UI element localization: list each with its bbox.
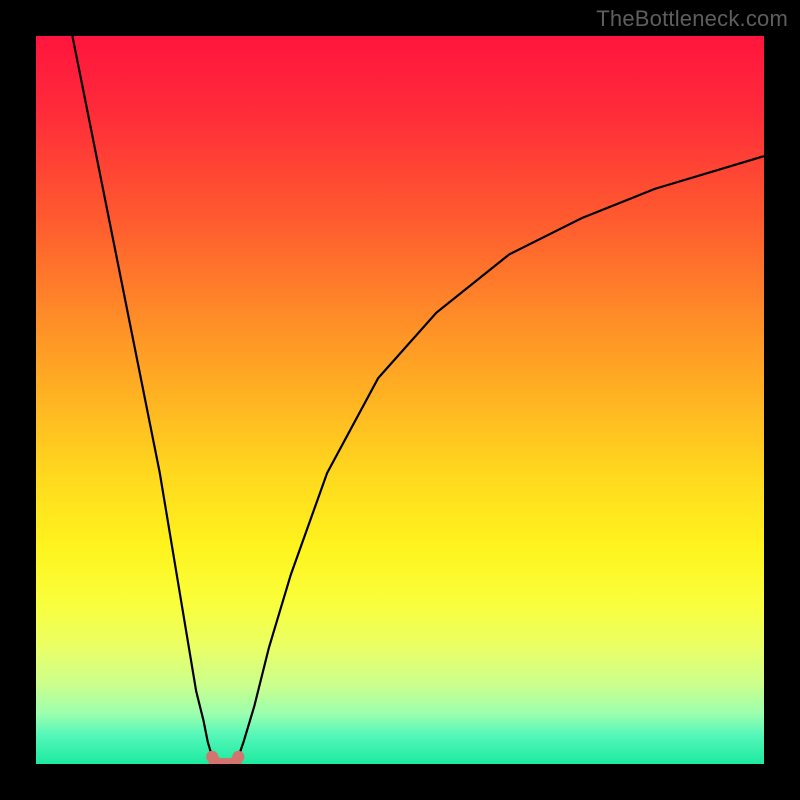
bottleneck-curve: [36, 36, 764, 764]
curve-left-branch: [72, 36, 212, 757]
floor-dot: [232, 751, 244, 763]
curve-right-branch: [238, 156, 764, 757]
chart-frame: TheBottleneck.com: [0, 0, 800, 800]
plot-area: [36, 36, 764, 764]
watermark-text: TheBottleneck.com: [596, 6, 788, 32]
floor-dots-group: [206, 751, 244, 764]
